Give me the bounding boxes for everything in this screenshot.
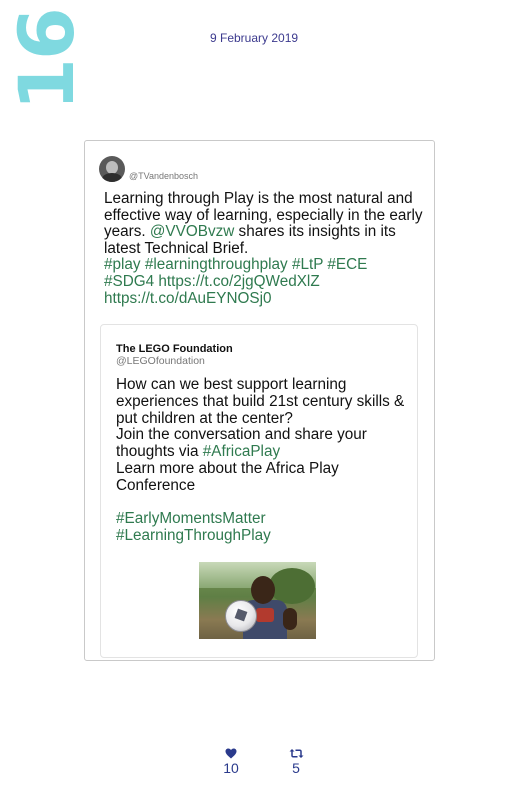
child-with-football-photo[interactable] [199,562,316,639]
quoted-tweet-text: How can we best support learning experie… [116,376,411,545]
tweet-text: Learning through Play is the most natura… [104,190,424,307]
avatar[interactable] [99,156,125,182]
tweet-mention-link[interactable]: @VVOBvzw [150,223,234,240]
retweet-icon [289,749,303,758]
photo-child-head [251,576,275,604]
page-number: 16 [2,9,91,111]
photo-shirt-logo [256,608,274,622]
tweet-date: 9 February 2019 [210,31,299,45]
photo-child-arm [283,608,297,630]
like-button[interactable]: 10 [211,748,251,776]
quoted-text-part2: Learn more about the Africa Play Confere… [116,459,339,494]
tweet-card: @TVandenbosch Learning through Play is t… [84,140,435,661]
avatar-shoulders [102,173,122,182]
tweet-handle[interactable]: @TVandenbosch [129,171,198,181]
page-number-text: 16 [2,9,92,111]
quoted-hashtag-africaplay[interactable]: #AfricaPlay [203,443,280,460]
quoted-hashtags-end[interactable]: #EarlyMomentsMatter #LearningThroughPlay [116,510,271,544]
tweet-hashtags-links[interactable]: #play #learningthroughplay #LtP #ECE #SD… [104,256,367,307]
quoted-tweet-handle[interactable]: @LEGOfoundation [116,355,205,367]
photo-tree [269,568,315,604]
quoted-tweet[interactable]: The LEGO Foundation @LEGOfoundation How … [100,324,418,658]
like-count: 10 [223,760,239,776]
retweet-button[interactable]: 5 [276,748,316,776]
retweet-count: 5 [292,760,300,776]
photo-football [225,600,257,632]
heart-icon [225,748,237,759]
quoted-tweet-name: The LEGO Foundation [116,343,233,355]
